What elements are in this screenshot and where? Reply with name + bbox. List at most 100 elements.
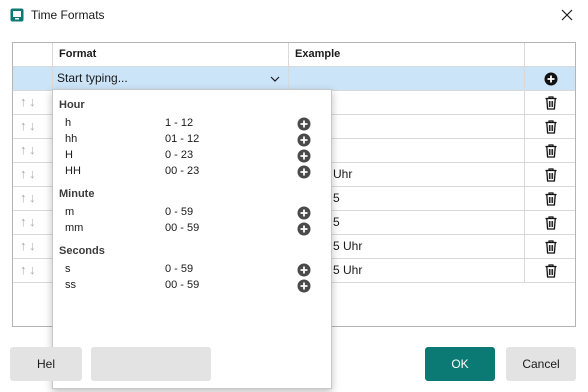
dropdown-option[interactable]: s 0 - 59 (53, 262, 331, 278)
trash-icon (545, 95, 557, 110)
header-example: Example (289, 43, 525, 67)
window-title: Time Formats (31, 8, 105, 22)
close-icon (561, 9, 573, 21)
help-button[interactable]: Hel (10, 347, 82, 381)
move-down-icon[interactable]: ↓ (29, 190, 38, 205)
plus-circle-icon (297, 263, 311, 277)
trash-icon (545, 167, 557, 182)
cancel-button-label: Cancel (522, 357, 560, 371)
new-entry-row[interactable]: Start typing... (13, 67, 575, 91)
delete-row-button[interactable] (525, 259, 575, 283)
add-row-button[interactable] (525, 67, 575, 91)
move-up-icon[interactable]: ↑ (20, 118, 29, 133)
option-range: 00 - 59 (165, 222, 200, 234)
close-button[interactable] (556, 5, 578, 25)
move-down-icon[interactable]: ↓ (29, 166, 38, 181)
move-up-icon[interactable]: ↑ (20, 238, 29, 253)
delete-row-button[interactable] (525, 163, 575, 187)
delete-row-button[interactable] (525, 211, 575, 235)
example-value: Uhr (333, 167, 353, 181)
delete-row-button[interactable] (525, 115, 575, 139)
move-up-icon[interactable]: ↑ (20, 190, 29, 205)
title-bar: Time Formats (0, 0, 588, 30)
move-arrows[interactable]: ↑ ↓ (13, 115, 53, 139)
move-up-icon[interactable]: ↑ (20, 142, 29, 157)
dropdown-option[interactable]: HH 00 - 23 (53, 164, 331, 180)
dropdown-option[interactable]: m 0 - 59 (53, 205, 331, 221)
cancel-button[interactable]: Cancel (506, 347, 576, 381)
delete-row-button[interactable] (525, 139, 575, 163)
dropdown-option[interactable]: ss 00 - 59 (53, 278, 331, 294)
move-arrows[interactable]: ↑ ↓ (13, 187, 53, 211)
dropdown-option[interactable]: H 0 - 23 (53, 148, 331, 164)
dropdown-option[interactable]: mm 00 - 59 (53, 221, 331, 237)
secondary-button[interactable] (91, 347, 211, 381)
add-option-button[interactable] (297, 263, 311, 277)
move-down-icon[interactable]: ↓ (29, 214, 38, 229)
option-code: hh (65, 133, 78, 145)
delete-row-button[interactable] (525, 91, 575, 115)
dropdown-option[interactable]: h 1 - 12 (53, 116, 331, 132)
group-label-seconds: Seconds (59, 245, 105, 257)
option-range: 0 - 23 (165, 149, 194, 161)
move-down-icon[interactable]: ↓ (29, 94, 38, 109)
move-arrows[interactable]: ↑ ↓ (13, 163, 53, 187)
option-code: s (65, 263, 71, 275)
move-up-icon[interactable]: ↑ (20, 214, 29, 229)
dropdown-toggle[interactable] (263, 67, 287, 90)
add-option-button[interactable] (297, 279, 311, 293)
plus-circle-icon (297, 165, 311, 179)
delete-row-button[interactable] (525, 187, 575, 211)
move-down-icon[interactable]: ↓ (29, 118, 38, 133)
move-up-icon[interactable]: ↑ (20, 262, 29, 277)
move-arrows[interactable]: ↑ ↓ (13, 211, 53, 235)
move-arrows[interactable]: ↑ ↓ (13, 91, 53, 115)
add-option-button[interactable] (297, 222, 311, 236)
option-code: HH (65, 165, 81, 177)
move-arrows[interactable]: ↑ ↓ (13, 139, 53, 163)
option-code: mm (65, 222, 84, 234)
option-code: h (65, 117, 72, 129)
plus-circle-icon (297, 279, 311, 293)
dropdown-option[interactable]: hh 01 - 12 (53, 132, 331, 148)
delete-row-button[interactable] (525, 235, 575, 259)
ok-button[interactable]: OK (425, 347, 495, 381)
move-up-icon[interactable]: ↑ (20, 166, 29, 181)
group-label-hour: Hour (59, 99, 85, 111)
option-range: 0 - 59 (165, 263, 194, 275)
plus-circle-icon (297, 149, 311, 163)
header-format: Format (53, 43, 289, 67)
chevron-down-icon (270, 76, 280, 82)
add-option-button[interactable] (297, 206, 311, 220)
plus-circle-icon (297, 206, 311, 220)
move-arrows[interactable]: ↑ ↓ (13, 259, 53, 283)
trash-icon (545, 143, 557, 158)
move-down-icon[interactable]: ↓ (29, 238, 38, 253)
option-code: m (65, 206, 75, 218)
example-value: 5 Uhr (333, 239, 363, 253)
move-down-icon[interactable]: ↓ (29, 142, 38, 157)
option-range: 00 - 59 (165, 279, 200, 291)
option-code: ss (65, 279, 76, 291)
plus-circle-icon (297, 222, 311, 236)
add-option-button[interactable] (297, 133, 311, 147)
window-app-icon (10, 8, 24, 22)
plus-circle-icon (544, 72, 558, 85)
option-range: 0 - 59 (165, 206, 194, 218)
trash-icon (545, 263, 557, 278)
move-up-icon[interactable]: ↑ (20, 94, 29, 109)
add-option-button[interactable] (297, 149, 311, 163)
move-arrows[interactable]: ↑ ↓ (13, 235, 53, 259)
format-input[interactable]: Start typing... (57, 71, 128, 85)
option-range: 01 - 12 (165, 133, 200, 145)
example-value: 5 Uhr (333, 263, 363, 277)
add-option-button[interactable] (297, 117, 311, 131)
group-label-minute: Minute (59, 188, 95, 200)
example-value: 5 (333, 215, 340, 229)
option-range: 1 - 12 (165, 117, 194, 129)
add-option-button[interactable] (297, 165, 311, 179)
move-down-icon[interactable]: ↓ (29, 262, 38, 277)
header-actions (525, 43, 575, 67)
plus-circle-icon (297, 117, 311, 131)
format-combobox[interactable]: Start typing... (53, 67, 289, 91)
